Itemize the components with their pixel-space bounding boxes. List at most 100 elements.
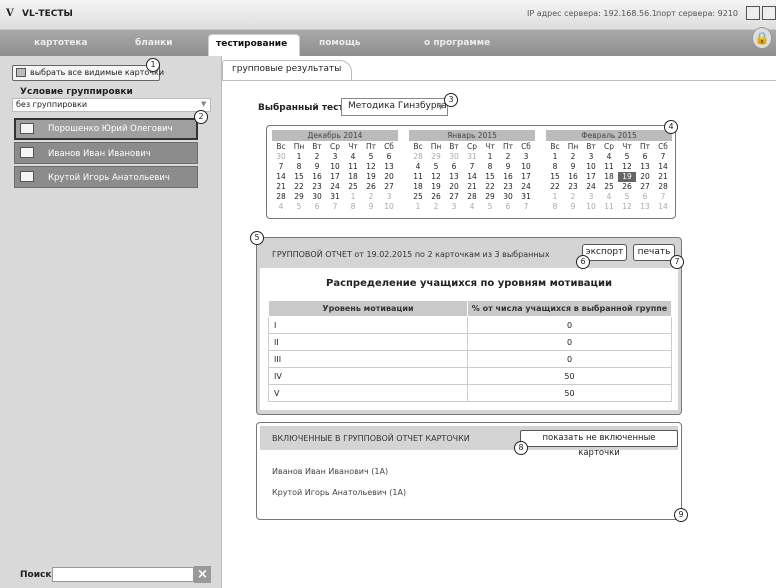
calendar-day[interactable]: 26 <box>362 182 380 192</box>
calendar-day[interactable]: 8 <box>481 162 499 172</box>
calendar-day[interactable]: 4 <box>344 152 362 162</box>
calendar-day[interactable]: 22 <box>481 182 499 192</box>
menu-item-forms[interactable]: бланки <box>135 38 173 48</box>
calendar-day[interactable]: 10 <box>326 162 344 172</box>
calendar-day[interactable]: 27 <box>636 182 654 192</box>
calendar-day[interactable]: 1 <box>409 202 427 212</box>
calendar-day[interactable]: 4 <box>272 202 290 212</box>
calendar-day[interactable]: 11 <box>600 162 618 172</box>
calendar-day[interactable]: 3 <box>517 152 535 162</box>
calendar-day[interactable]: 7 <box>517 202 535 212</box>
calendar-day[interactable]: 21 <box>463 182 481 192</box>
calendar-day[interactable]: 16 <box>308 172 326 182</box>
calendar-day[interactable]: 1 <box>546 192 564 202</box>
calendar-day[interactable]: 1 <box>290 152 308 162</box>
calendar-day[interactable]: 5 <box>427 162 445 172</box>
calendar-day[interactable]: 7 <box>654 192 672 202</box>
calendar-day[interactable]: 31 <box>517 192 535 202</box>
calendar-day[interactable]: 6 <box>308 202 326 212</box>
search-input[interactable] <box>52 567 194 582</box>
calendar-day[interactable]: 30 <box>499 192 517 202</box>
calendar-day[interactable]: 15 <box>481 172 499 182</box>
calendar-day[interactable]: 7 <box>326 202 344 212</box>
calendar-day[interactable]: 8 <box>290 162 308 172</box>
calendar-day[interactable]: 20 <box>445 182 463 192</box>
calendar-day[interactable]: 10 <box>517 162 535 172</box>
calendar-day[interactable]: 31 <box>463 152 481 162</box>
calendar-day[interactable]: 6 <box>380 152 398 162</box>
calendar-day[interactable]: 18 <box>600 172 618 182</box>
calendar-day[interactable]: 10 <box>380 202 398 212</box>
calendar-day[interactable]: 4 <box>409 162 427 172</box>
calendar-day[interactable]: 29 <box>290 192 308 202</box>
calendar-day[interactable]: 17 <box>582 172 600 182</box>
calendar-day[interactable]: 6 <box>636 152 654 162</box>
calendar-day[interactable]: 2 <box>564 192 582 202</box>
menu-item-help[interactable]: помощь <box>319 38 361 48</box>
calendar-day[interactable]: 16 <box>564 172 582 182</box>
menu-item-about[interactable]: о программе <box>424 38 490 48</box>
calendar-day[interactable]: 6 <box>636 192 654 202</box>
calendar-day[interactable]: 27 <box>445 192 463 202</box>
calendar-day[interactable]: 29 <box>481 192 499 202</box>
calendar-day[interactable]: 13 <box>636 162 654 172</box>
calendar-day[interactable]: 15 <box>546 172 564 182</box>
calendar-day[interactable]: 9 <box>499 162 517 172</box>
calendar-day[interactable]: 20 <box>380 172 398 182</box>
calendar-day[interactable]: 9 <box>362 202 380 212</box>
calendar-day[interactable]: 13 <box>636 202 654 212</box>
calendar-day[interactable]: 22 <box>290 182 308 192</box>
calendar-day[interactable]: 15 <box>290 172 308 182</box>
calendar-day[interactable]: 4 <box>463 202 481 212</box>
calendar-day[interactable]: 3 <box>326 152 344 162</box>
calendar-day[interactable]: 25 <box>600 182 618 192</box>
calendar-day[interactable]: 12 <box>427 172 445 182</box>
calendar-day[interactable]: 7 <box>654 152 672 162</box>
calendar-day[interactable]: 17 <box>326 172 344 182</box>
calendar-day[interactable]: 9 <box>564 162 582 172</box>
calendar-day[interactable]: 19 <box>618 172 636 182</box>
calendar-day[interactable]: 21 <box>272 182 290 192</box>
calendar-day[interactable]: 4 <box>600 152 618 162</box>
calendar-day[interactable]: 23 <box>499 182 517 192</box>
calendar-day[interactable]: 5 <box>618 152 636 162</box>
maximize-icon[interactable] <box>762 6 776 20</box>
calendar-day[interactable]: 30 <box>272 152 290 162</box>
calendar-day[interactable]: 11 <box>409 172 427 182</box>
calendar-day[interactable]: 28 <box>272 192 290 202</box>
calendar-day[interactable]: 16 <box>499 172 517 182</box>
calendar-day[interactable]: 26 <box>427 192 445 202</box>
calendar-day[interactable]: 9 <box>564 202 582 212</box>
calendar-day[interactable]: 7 <box>463 162 481 172</box>
calendar-day[interactable]: 3 <box>445 202 463 212</box>
calendar-day[interactable]: 11 <box>344 162 362 172</box>
calendar-day[interactable]: 10 <box>582 162 600 172</box>
calendar-day[interactable]: 6 <box>499 202 517 212</box>
calendar-day[interactable]: 2 <box>427 202 445 212</box>
show-excluded-cards-button[interactable]: показать не включенные карточки <box>520 430 678 458</box>
clear-search-icon[interactable]: × <box>194 566 211 583</box>
calendar-day[interactable]: 9 <box>308 162 326 172</box>
calendar-day[interactable]: 5 <box>290 202 308 212</box>
calendar-day[interactable]: 3 <box>582 152 600 162</box>
print-button[interactable]: печать <box>633 244 675 261</box>
calendar-day[interactable]: 27 <box>380 182 398 192</box>
calendar-day[interactable]: 7 <box>272 162 290 172</box>
calendar-day[interactable]: 23 <box>308 182 326 192</box>
calendar-day[interactable]: 29 <box>427 152 445 162</box>
calendar-day[interactable]: 1 <box>546 152 564 162</box>
calendar-day[interactable]: 2 <box>499 152 517 162</box>
calendar-day[interactable]: 2 <box>308 152 326 162</box>
calendar-day[interactable]: 8 <box>546 202 564 212</box>
calendar-day[interactable]: 24 <box>326 182 344 192</box>
calendar-day[interactable]: 8 <box>546 162 564 172</box>
calendar-day[interactable]: 6 <box>445 162 463 172</box>
calendar-day[interactable]: 30 <box>445 152 463 162</box>
lock-icon[interactable]: 🔒 <box>752 27 772 49</box>
calendar-day[interactable]: 2 <box>564 152 582 162</box>
calendar-day[interactable]: 4 <box>600 192 618 202</box>
calendar-day[interactable]: 2 <box>362 192 380 202</box>
minimize-icon[interactable] <box>746 6 760 20</box>
calendar-day[interactable]: 5 <box>481 202 499 212</box>
calendar-day[interactable]: 1 <box>481 152 499 162</box>
